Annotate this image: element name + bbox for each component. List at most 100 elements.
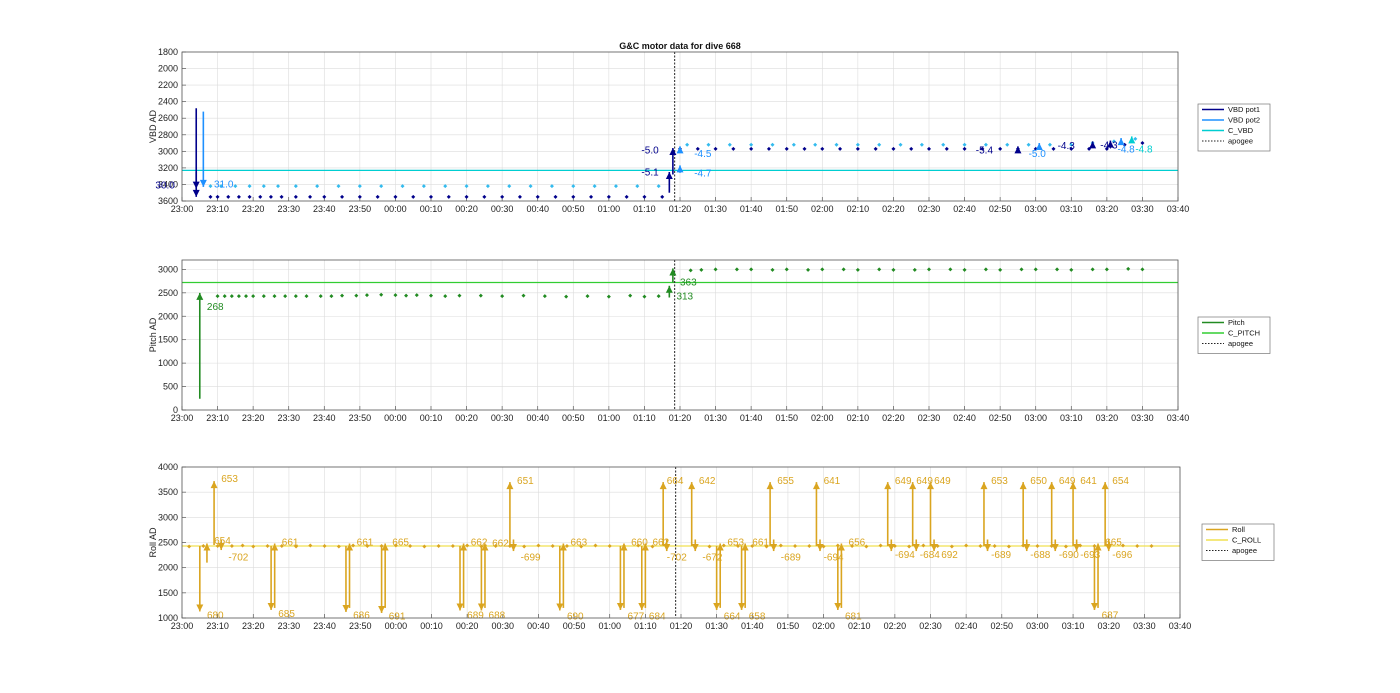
data-point	[429, 194, 433, 199]
data-point	[535, 194, 540, 199]
data-point	[749, 267, 754, 272]
x-tick-label: 01:50	[777, 621, 800, 631]
x-tick-label: 23:50	[349, 621, 372, 631]
x-tick-label: 23:40	[313, 413, 336, 423]
arrow-value-label: -4.5	[694, 149, 712, 160]
x-tick-label: 00:50	[562, 413, 585, 423]
data-point	[585, 294, 590, 299]
x-tick-label: 00:30	[492, 621, 515, 631]
arrow-head	[1023, 544, 1031, 552]
x-tick-label: 00:00	[384, 204, 407, 214]
x-tick-label: 00:10	[420, 621, 443, 631]
data-point	[919, 142, 924, 147]
y-tick-label: 2500	[158, 538, 178, 548]
x-tick-label: 00:30	[491, 204, 514, 214]
data-point	[834, 142, 839, 147]
arrow-value-label: -5.0	[1029, 149, 1047, 160]
y-tick-label: 3000	[158, 512, 178, 522]
x-tick-label: 01:30	[704, 204, 727, 214]
data-point	[457, 293, 462, 298]
data-point	[293, 194, 298, 199]
data-point	[1126, 266, 1131, 271]
data-point	[983, 267, 988, 272]
data-point	[375, 194, 380, 199]
data-point	[770, 142, 775, 147]
x-tick-label: 02:20	[882, 204, 905, 214]
data-point	[542, 294, 547, 299]
data-point	[998, 267, 1003, 272]
x-tick-label: 03:20	[1097, 621, 1120, 631]
data-point	[606, 294, 611, 299]
arrow-value-label: 651	[517, 476, 534, 487]
arrow-head	[460, 543, 468, 551]
arrow-head	[1101, 482, 1109, 490]
x-tick-label: 02:10	[847, 204, 870, 214]
arrow-value-label: 268	[207, 302, 224, 313]
y-tick-label: 3500	[158, 487, 178, 497]
data-point	[279, 194, 284, 199]
data-point	[855, 146, 860, 151]
data-point	[500, 194, 505, 199]
legend-entry: VBD pot1	[1228, 105, 1260, 114]
x-tick-label: 00:50	[562, 204, 585, 214]
x-tick-label: 03:10	[1060, 413, 1083, 423]
arrow-value-label: 661	[282, 538, 299, 549]
data-point	[734, 267, 739, 272]
y-tick-label: 2000	[158, 563, 178, 573]
x-tick-label: 02:40	[953, 204, 976, 214]
x-tick-label: 23:20	[242, 204, 265, 214]
data-point	[517, 194, 522, 199]
arrow-value-label: 653	[991, 476, 1008, 487]
arrow-value-label: -699	[521, 553, 541, 564]
data-point	[766, 146, 771, 151]
data-point	[642, 294, 647, 299]
data-point	[236, 294, 241, 299]
x-tick-label: 03:30	[1131, 204, 1154, 214]
arrow-head	[676, 165, 684, 173]
y-tick-label: 2200	[158, 80, 178, 90]
arrow-value-label: 642	[699, 476, 716, 487]
data-point	[891, 267, 896, 272]
arrow-value-label: 655	[777, 476, 794, 487]
x-tick-label: 02:00	[812, 621, 835, 631]
arrow-head	[267, 602, 275, 610]
x-tick-label: 23:30	[277, 204, 300, 214]
arrow-value-label: 662	[492, 539, 509, 550]
x-tick-label: 01:20	[669, 413, 692, 423]
arrow-value-label: 661	[752, 538, 769, 549]
data-point	[258, 194, 263, 199]
arrow-value-label: 641	[824, 476, 841, 487]
y-tick-label: 2000	[158, 311, 178, 321]
arrow-value-label: 681	[845, 611, 862, 622]
arrow-head	[620, 543, 628, 551]
y-tick-label: 3200	[158, 163, 178, 173]
data-point	[329, 294, 334, 299]
arrow-head	[1094, 543, 1102, 551]
data-point	[450, 544, 455, 549]
arrow-value-label: 684	[649, 611, 666, 622]
data-point	[222, 294, 227, 299]
data-point	[446, 194, 451, 199]
data-point	[1005, 142, 1010, 147]
arrow-head	[688, 482, 696, 490]
arrow-head	[837, 543, 845, 551]
arrow-head	[556, 603, 564, 611]
data-point	[877, 267, 882, 272]
data-point	[642, 194, 647, 199]
x-tick-label: 01:20	[669, 204, 692, 214]
y-axis-label: Roll AD	[148, 527, 158, 558]
data-point	[340, 293, 345, 298]
arrow-value-label: -689	[991, 550, 1011, 561]
arrow-value-label: -4.7	[694, 169, 712, 180]
data-point	[841, 267, 846, 272]
data-point	[778, 543, 783, 548]
data-point	[261, 294, 266, 299]
data-point	[226, 194, 231, 199]
data-point	[998, 146, 1003, 151]
data-point	[443, 294, 448, 299]
x-tick-label: 01:50	[775, 204, 798, 214]
data-point	[749, 142, 754, 147]
arrow-head	[1048, 482, 1056, 490]
data-point	[354, 293, 359, 298]
data-point	[500, 294, 505, 299]
